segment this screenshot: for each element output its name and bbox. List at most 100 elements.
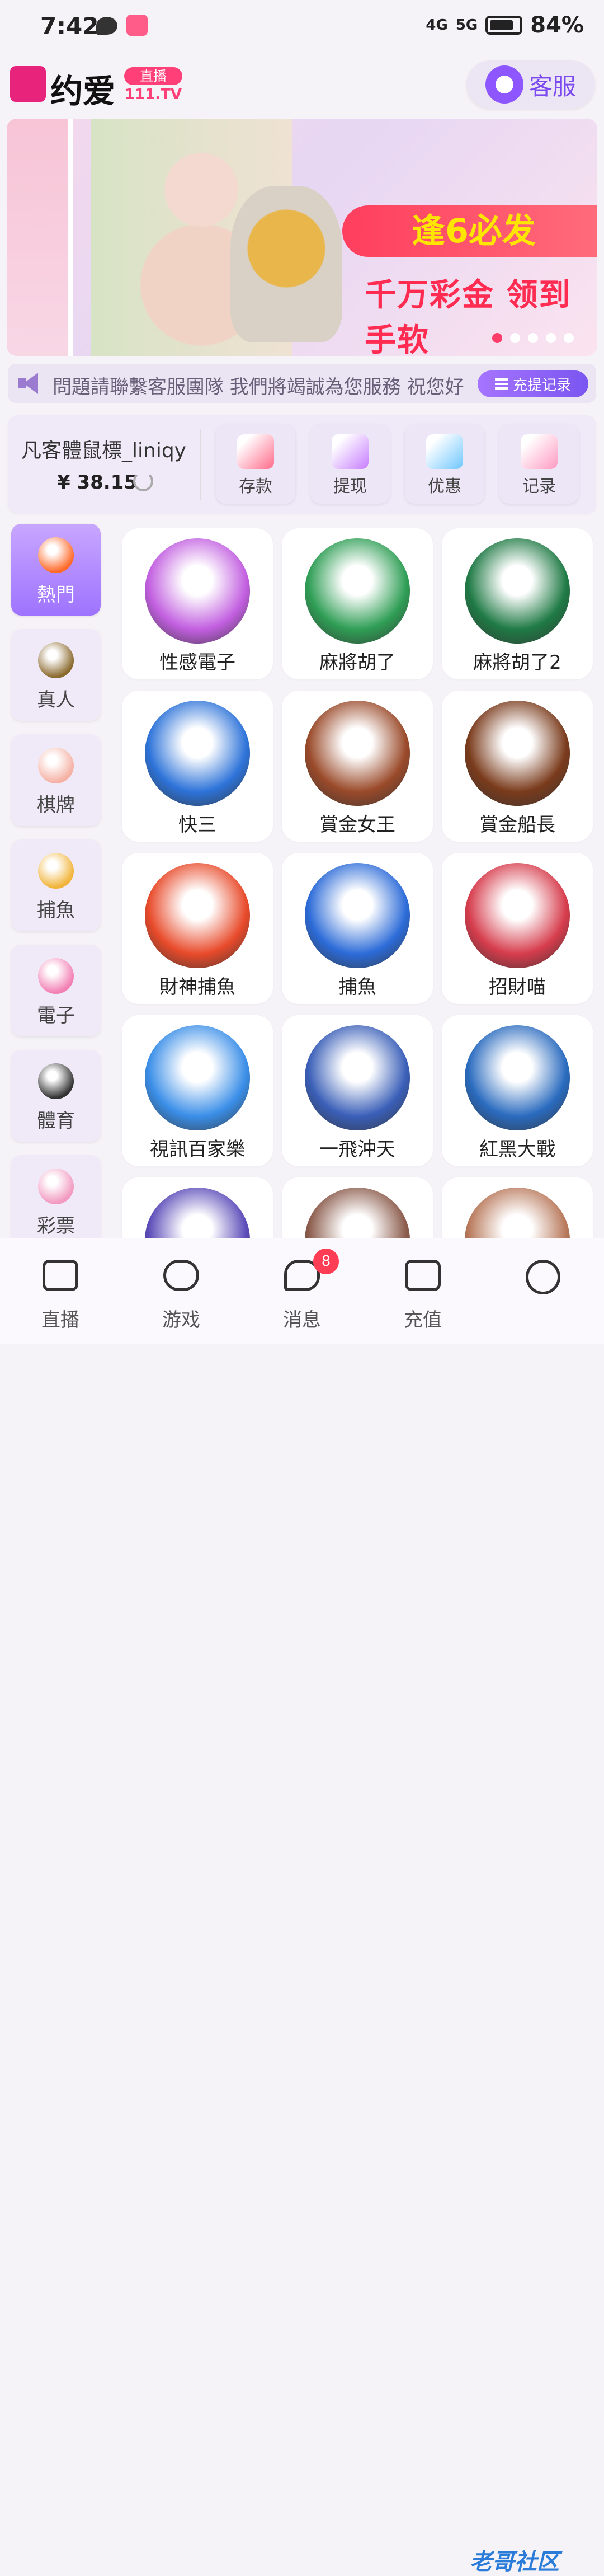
game-icon [465,701,570,806]
app-header: 约爱 直播 111.TV 客服 [0,58,604,114]
promotions-button[interactable]: 优惠 [405,424,484,504]
refresh-balance-icon[interactable] [133,471,153,491]
deposit-card-icon [237,434,274,469]
lottery-ball-icon [38,1169,74,1204]
category-sports[interactable]: 體育 [11,1050,101,1142]
camera-icon [43,1260,78,1291]
gamepad-icon [163,1260,199,1291]
category-hot[interactable]: 熱門 [11,524,101,616]
game-icon [305,863,410,968]
game-label: 招財喵 [489,976,546,998]
smiley-icon [526,1260,560,1294]
announcement-marquee: 問題請聯繫客服團隊 我們將竭誠為您服務 祝您好 充提记录 [8,364,596,403]
category-live-casino[interactable]: 真人 [11,629,101,721]
category-label: 真人 [37,689,75,711]
poker-chip-icon [38,642,74,678]
banner-dot[interactable] [492,333,502,343]
nav-recharge[interactable]: 充值 [362,1238,483,1344]
game-icon [465,538,570,644]
game-label: 賞金女王 [319,814,395,836]
banner-money-bag-image [230,186,342,342]
deposit-label: 存款 [239,477,272,496]
game-card[interactable]: 麻將胡了 [282,528,433,679]
banner-dot[interactable] [564,333,574,343]
chat-notification-icon [96,17,117,35]
game-card[interactable]: 捕魚 [282,853,433,1004]
game-label: 麻將胡了2 [473,651,561,674]
game-label: 捕魚 [338,976,376,998]
banner-dot[interactable] [510,333,520,343]
category-cards[interactable]: 棋牌 [11,734,101,826]
nav-label: 游戏 [162,1309,200,1331]
promo-banner[interactable]: 逢6必发 千万彩金 领到手软 [7,119,597,356]
game-card[interactable]: 麻將胡了2 [442,528,593,679]
game-icon [305,701,410,806]
game-label: 麻將胡了 [319,651,395,674]
records-button[interactable]: 记录 [499,424,579,504]
category-fishing[interactable]: 捕魚 [11,839,101,931]
game-card[interactable]: 紅黑大戰 [442,1015,593,1166]
nav-label: 直播 [41,1309,79,1331]
game-icon [145,538,250,644]
transaction-record-button[interactable]: 充提记录 [478,370,588,397]
category-label: 熱門 [37,584,75,606]
category-label: 棋牌 [37,794,75,817]
customer-service-button[interactable]: 客服 [466,60,595,109]
speaker-icon [18,373,40,394]
game-icon [145,863,250,968]
money-bag-icon [332,434,369,469]
game-label: 財神捕魚 [159,976,235,998]
status-time: 7:42 [40,12,99,40]
withdraw-button[interactable]: 提现 [310,424,390,504]
slot-machine-icon [38,958,74,994]
list-icon [494,378,508,390]
records-label: 记录 [522,477,556,496]
nav-live[interactable]: 直播 [0,1238,121,1344]
status-indicators: 4G 5G 84% [426,12,584,38]
soccer-ball-icon [38,1063,74,1099]
bilibili-notification-icon [126,15,148,36]
game-icon [465,1025,570,1130]
bottom-navigation: 直播 游戏 8 消息 充值 老哥社区 [0,1238,604,2575]
game-card[interactable]: 賞金女王 [282,691,433,842]
game-icon [145,1025,250,1130]
message-count-badge: 8 [313,1249,339,1274]
promotions-label: 优惠 [428,477,461,496]
network-4g-label: 4G [426,17,448,34]
game-card[interactable]: 視訊百家樂 [122,1015,273,1166]
category-slots[interactable]: 電子 [11,945,101,1036]
game-card[interactable]: 賞金船長 [442,691,593,842]
withdraw-label: 提现 [333,477,367,496]
username: 凡客體鼠標_liniqy [21,439,186,462]
domain-badge: 111.TV [124,86,182,103]
category-label: 電子 [37,1005,75,1027]
category-label: 體育 [37,1110,75,1132]
banner-dot[interactable] [528,333,538,343]
bar-chart-icon [521,434,558,469]
network-5g-label: 5G [455,17,478,34]
nav-games[interactable]: 游戏 [121,1238,242,1344]
fish-icon [38,853,74,889]
game-card[interactable]: 招財喵 [442,853,593,1004]
game-icon [305,1025,410,1130]
banner-dot[interactable] [546,333,556,343]
banner-title: 逢6必发 [342,205,597,257]
game-card[interactable]: 財神捕魚 [122,853,273,1004]
game-card[interactable]: 性感電子 [122,528,273,679]
flame-icon [38,537,74,573]
game-card[interactable]: 快三 [122,691,273,842]
category-lottery[interactable]: 彩票 [11,1155,101,1247]
transaction-record-label: 充提记录 [512,377,571,394]
deposit-button[interactable]: 存款 [216,424,295,504]
customer-service-label: 客服 [528,72,576,100]
balance: ¥ 38.15 [57,471,138,494]
game-icon [145,701,250,806]
divider [200,429,201,500]
game-card[interactable]: 一飛沖天 [282,1015,433,1166]
headset-icon [485,65,523,104]
nav-messages[interactable]: 8 消息 [242,1238,362,1344]
battery-percent: 84% [530,12,584,38]
game-label: 紅黑大戰 [479,1138,555,1161]
nav-profile[interactable] [483,1238,604,1344]
app-logo-text: 约爱 [50,72,116,110]
